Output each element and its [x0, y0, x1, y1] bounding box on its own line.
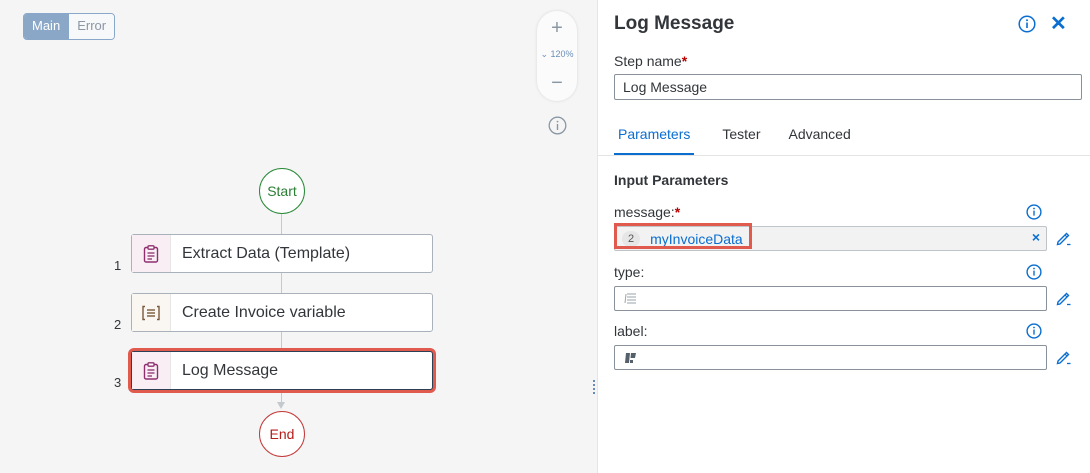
tab-divider [598, 155, 1090, 156]
step-number: 1 [114, 258, 122, 273]
type-label: type: [614, 264, 645, 280]
clear-icon[interactable]: × [1032, 229, 1040, 245]
start-label: Start [267, 183, 297, 199]
step-log-message[interactable]: Log Message [131, 351, 433, 390]
step-label: Create Invoice variable [182, 303, 346, 321]
section-title: Input Parameters [614, 172, 729, 188]
list-box-icon [132, 294, 171, 331]
step-number: 3 [114, 375, 122, 390]
label-field[interactable] [614, 345, 1047, 370]
end-label: End [269, 426, 295, 442]
step-name-label: Step name* [614, 53, 688, 69]
connector [281, 272, 282, 294]
branch-toggle[interactable]: Main Error [23, 13, 116, 40]
type-field[interactable] [614, 286, 1047, 311]
text-type-icon [624, 292, 638, 310]
edit-mapping-icon[interactable] [1055, 229, 1072, 251]
info-icon[interactable] [1026, 323, 1042, 344]
step-extract-data[interactable]: Extract Data (Template) [131, 234, 433, 273]
message-label: message:* [614, 204, 681, 220]
connector [281, 212, 282, 235]
edit-mapping-icon[interactable] [1055, 348, 1072, 370]
info-icon[interactable] [1018, 15, 1036, 38]
zoom-control: + ⌄ 120% − [537, 11, 577, 101]
clipboard-icon [132, 352, 171, 389]
zoom-level-value: 120% [550, 49, 574, 59]
step-name-input[interactable]: Log Message [614, 74, 1082, 100]
arrow-head [277, 402, 285, 409]
step-number: 2 [114, 317, 122, 332]
info-icon[interactable] [1026, 204, 1042, 225]
zoom-level[interactable]: ⌄ 120% [537, 49, 577, 60]
main-tab[interactable]: Main [24, 14, 69, 39]
clipboard-icon [132, 235, 171, 272]
step-label: Extract Data (Template) [182, 244, 351, 262]
start-node[interactable]: Start [259, 168, 305, 214]
canvas-info-icon[interactable] [548, 116, 567, 140]
end-node[interactable]: End [259, 411, 305, 457]
close-icon[interactable]: ✕ [1050, 13, 1067, 35]
step-create-invoice-variable[interactable]: Create Invoice variable [131, 293, 433, 332]
info-icon[interactable] [1026, 264, 1042, 285]
panel-title: Log Message [614, 13, 735, 34]
edit-mapping-icon[interactable] [1055, 289, 1072, 311]
connector [281, 331, 282, 351]
step-label: Log Message [182, 361, 279, 379]
zoom-in-button[interactable]: + [537, 17, 577, 39]
token-highlight [614, 223, 752, 249]
error-tab[interactable]: Error [68, 14, 115, 39]
zoom-out-button[interactable]: − [537, 72, 577, 94]
tag-type-icon [624, 351, 638, 369]
tab-parameters[interactable]: Parameters [614, 126, 695, 156]
tab-tester[interactable]: Tester [718, 126, 764, 153]
tab-advanced[interactable]: Advanced [784, 126, 854, 153]
process-canvas[interactable]: Main Error + ⌄ 120% − Start 1 Extract Da… [0, 0, 596, 473]
panel-tabs: Parameters Tester Advanced [614, 126, 879, 156]
label-label: label: [614, 323, 648, 339]
